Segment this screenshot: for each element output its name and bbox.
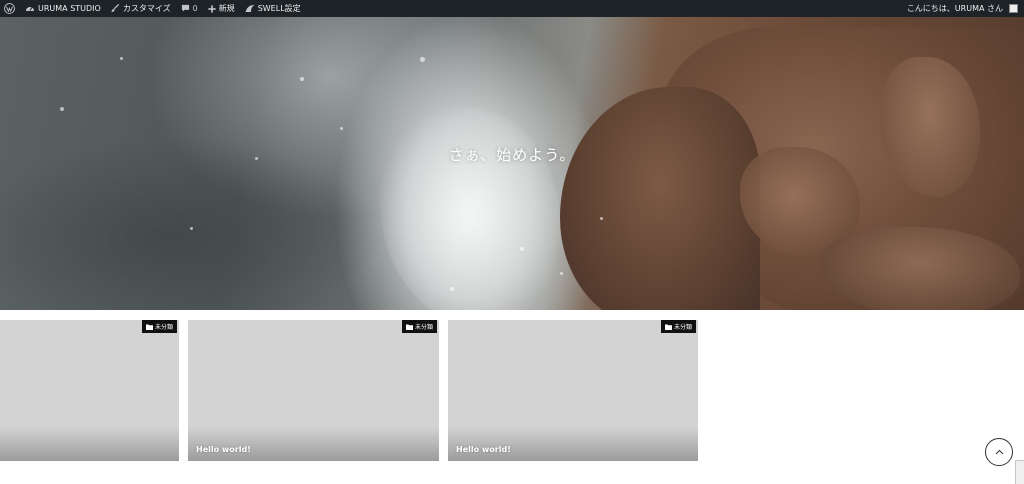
swell-settings-label: SWELL設定 (257, 4, 301, 13)
wordpress-icon (4, 3, 15, 14)
hero-spray-dot (300, 77, 304, 81)
card-thumbnail-shade (188, 427, 439, 461)
site-name-link[interactable]: URUMA STUDIO (20, 0, 106, 17)
new-content-link[interactable]: 新規 (203, 0, 240, 17)
post-card[interactable]: 未分類 Hello world! (188, 320, 439, 461)
comment-icon (181, 4, 189, 12)
card-thumbnail-shade (448, 427, 698, 461)
hero-spray-dot (340, 127, 343, 130)
card-thumbnail-shade (0, 427, 179, 461)
category-label: 未分類 (414, 324, 433, 331)
corner-widget[interactable] (1015, 460, 1024, 484)
post-title[interactable]: Hello world! (196, 445, 251, 454)
post-card[interactable]: 未分類 (0, 320, 179, 461)
hero-spray-dot (560, 272, 563, 275)
plus-icon (208, 4, 216, 13)
post-title[interactable]: Hello world! (456, 445, 511, 454)
chevron-up-icon (995, 449, 1003, 455)
swell-settings-link[interactable]: SWELL設定 (240, 0, 306, 17)
category-label: 未分類 (673, 324, 692, 331)
avatar (1009, 4, 1018, 13)
hero-spray-dot (600, 217, 603, 220)
comments-count: 0 (192, 4, 198, 13)
hero-spray-dot (450, 287, 454, 291)
site-name-label: URUMA STUDIO (38, 4, 101, 13)
account-menu[interactable]: こんにちは、URUMA さん (902, 0, 1024, 17)
customize-label: カスタマイズ (122, 4, 171, 13)
wordpress-menu[interactable] (0, 0, 20, 17)
hero-main-visual: さぁ、始めよう。 (0, 17, 1024, 310)
category-badge[interactable]: 未分類 (401, 320, 437, 333)
customize-link[interactable]: カスタマイズ (106, 0, 176, 17)
post-card[interactable]: 未分類 Hello world! (448, 320, 698, 461)
category-badge[interactable]: 未分類 (660, 320, 696, 333)
swell-icon (245, 5, 255, 12)
brush-icon (111, 4, 119, 13)
dashboard-icon (26, 7, 34, 11)
greeting-label: こんにちは、URUMA さん (906, 4, 1003, 13)
folder-icon (405, 324, 413, 330)
hero-rock-shape (560, 87, 760, 310)
hero-spray-dot (120, 57, 123, 60)
admin-bar: URUMA STUDIO カスタマイズ 0 新規 SWELL設定 こんにちは、U… (0, 0, 1024, 17)
back-to-top-button[interactable] (985, 438, 1013, 466)
folder-icon (145, 324, 153, 330)
comments-link[interactable]: 0 (176, 0, 203, 17)
page: URUMA STUDIO カスタマイズ 0 新規 SWELL設定 こんにちは、U… (0, 0, 1024, 484)
hero-title: さぁ、始めよう。 (448, 146, 576, 164)
hero-spray-dot (420, 57, 425, 62)
hero-spray-dot (190, 227, 193, 230)
hero-spray-dot (520, 247, 524, 251)
hero-spray-dot (60, 107, 64, 111)
new-label: 新規 (218, 4, 235, 13)
category-label: 未分類 (154, 324, 173, 331)
folder-icon (664, 324, 672, 330)
hero-water-shape (380, 107, 560, 310)
category-badge[interactable]: 未分類 (141, 320, 177, 333)
